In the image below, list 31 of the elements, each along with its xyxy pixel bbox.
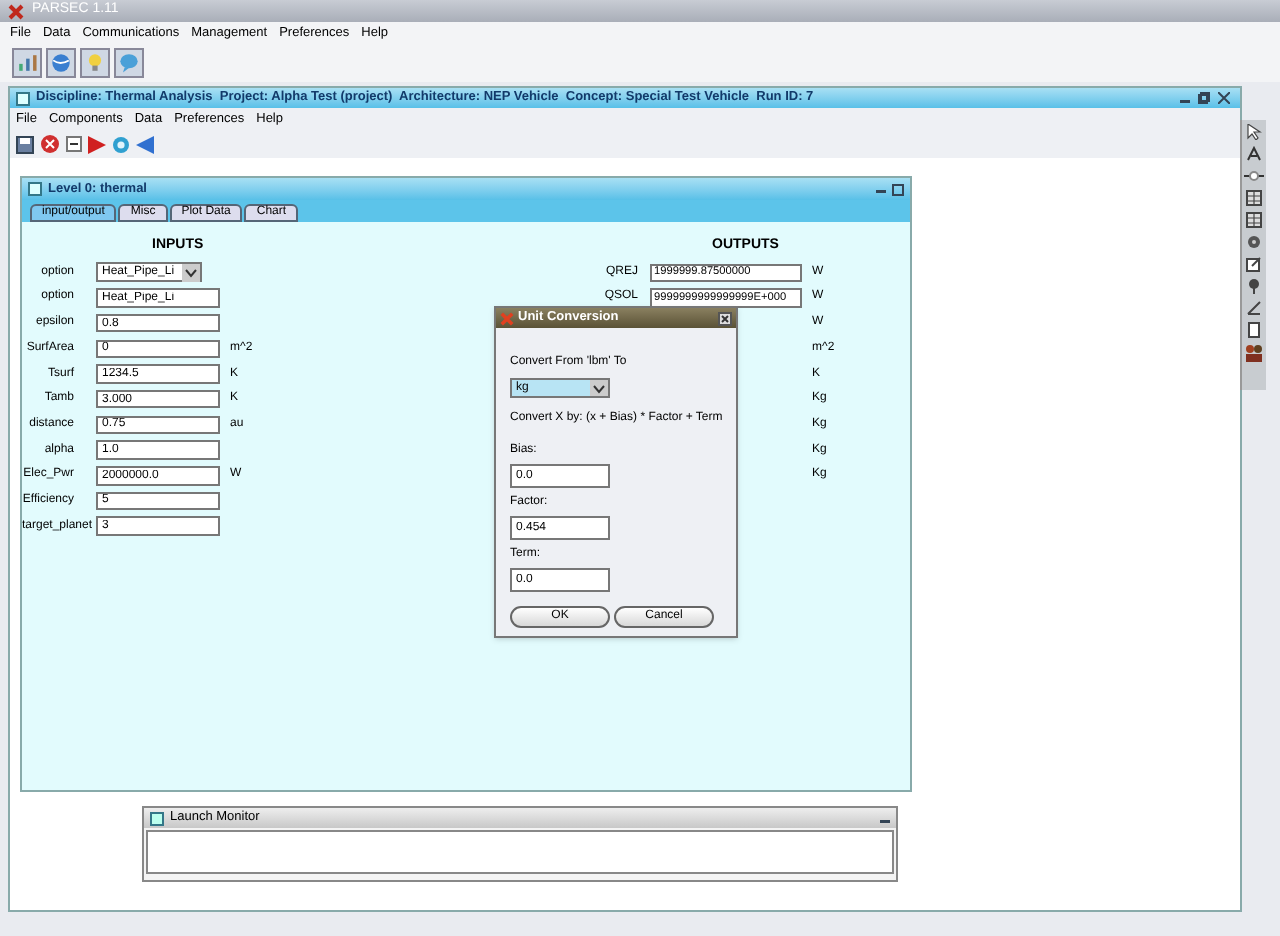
connector-icon[interactable] bbox=[1244, 168, 1264, 184]
pointer-icon[interactable] bbox=[1246, 124, 1262, 140]
table-icon[interactable] bbox=[1246, 212, 1262, 228]
window-icon bbox=[150, 811, 164, 825]
dropdown-arrow-icon bbox=[590, 380, 608, 396]
table-icon[interactable] bbox=[1246, 190, 1262, 206]
line-tool-icon[interactable] bbox=[1246, 300, 1262, 316]
pin-icon[interactable] bbox=[1246, 278, 1262, 294]
minimize-icon[interactable] bbox=[876, 184, 886, 194]
window-icon bbox=[28, 182, 42, 196]
close-icon[interactable] bbox=[1218, 92, 1230, 104]
document-icon[interactable] bbox=[1246, 322, 1262, 338]
window-icon bbox=[16, 91, 30, 105]
restore-icon[interactable] bbox=[1198, 92, 1210, 104]
text-tool-icon[interactable] bbox=[1245, 146, 1263, 162]
people-icon[interactable] bbox=[1244, 344, 1264, 362]
minus-icon[interactable] bbox=[66, 136, 82, 152]
gear-icon[interactable] bbox=[1246, 234, 1262, 250]
maximize-icon[interactable] bbox=[892, 183, 904, 195]
close-icon[interactable] bbox=[40, 134, 60, 154]
chart-icon[interactable] bbox=[12, 48, 42, 78]
globe-icon[interactable] bbox=[46, 48, 76, 78]
back-icon[interactable] bbox=[136, 135, 154, 153]
app-logo-icon bbox=[500, 311, 514, 325]
dropdown-arrow-icon bbox=[182, 263, 200, 282]
app-logo-icon bbox=[8, 3, 24, 19]
edit-icon[interactable] bbox=[1246, 256, 1262, 272]
close-icon[interactable] bbox=[718, 311, 732, 325]
save-icon[interactable] bbox=[16, 135, 34, 153]
refresh-icon[interactable] bbox=[112, 135, 130, 153]
play-icon[interactable] bbox=[88, 135, 106, 153]
